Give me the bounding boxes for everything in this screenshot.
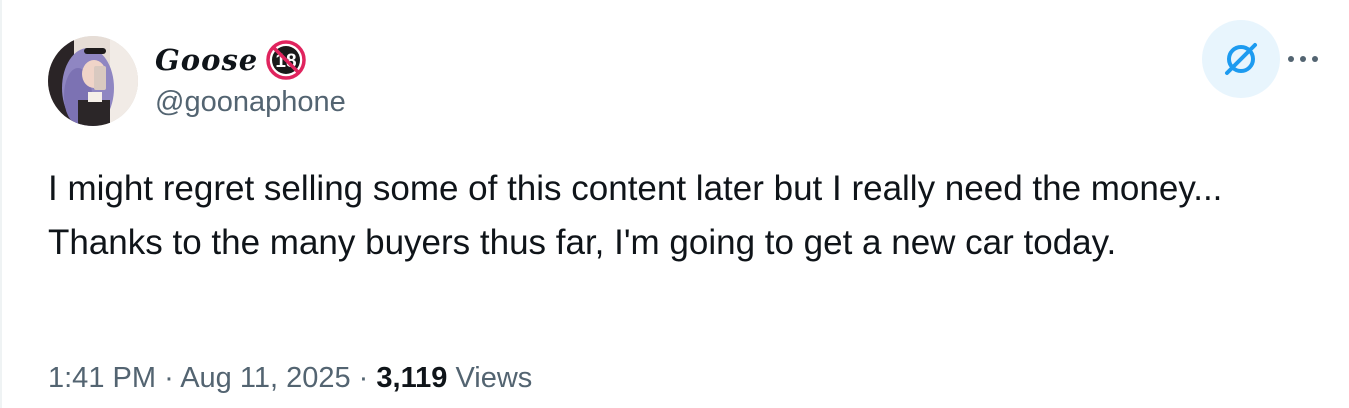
tweet-time[interactable]: 1:41 PM: [48, 362, 156, 394]
avatar-image: [48, 36, 138, 126]
author-display-name[interactable]: Goose: [155, 43, 258, 77]
grok-slash-icon: [1225, 43, 1257, 75]
age-18-restricted-icon: 18: [266, 40, 306, 80]
grok-button[interactable]: [1202, 20, 1280, 98]
tweet-date[interactable]: Aug 11, 2025: [180, 362, 350, 394]
views-label: Views: [455, 362, 533, 394]
meta-separator: ·: [164, 362, 174, 394]
author-name-row[interactable]: Goose 18: [155, 40, 306, 80]
meta-separator: ·: [358, 362, 369, 394]
tweet-text: I might regret selling some of this cont…: [48, 169, 1223, 262]
more-dots-icon: [1288, 56, 1318, 62]
author-handle[interactable]: @goonaphone: [155, 86, 346, 119]
tweet-card: Goose 18 @goonaphone I might regret sell…: [0, 0, 1349, 408]
views-count[interactable]: 3,119: [376, 362, 447, 394]
avatar[interactable]: [48, 36, 138, 126]
tweet-meta: 1:41 PM · Aug 11, 2025 · 3,119 Views: [48, 362, 532, 395]
more-button[interactable]: [1283, 44, 1323, 74]
